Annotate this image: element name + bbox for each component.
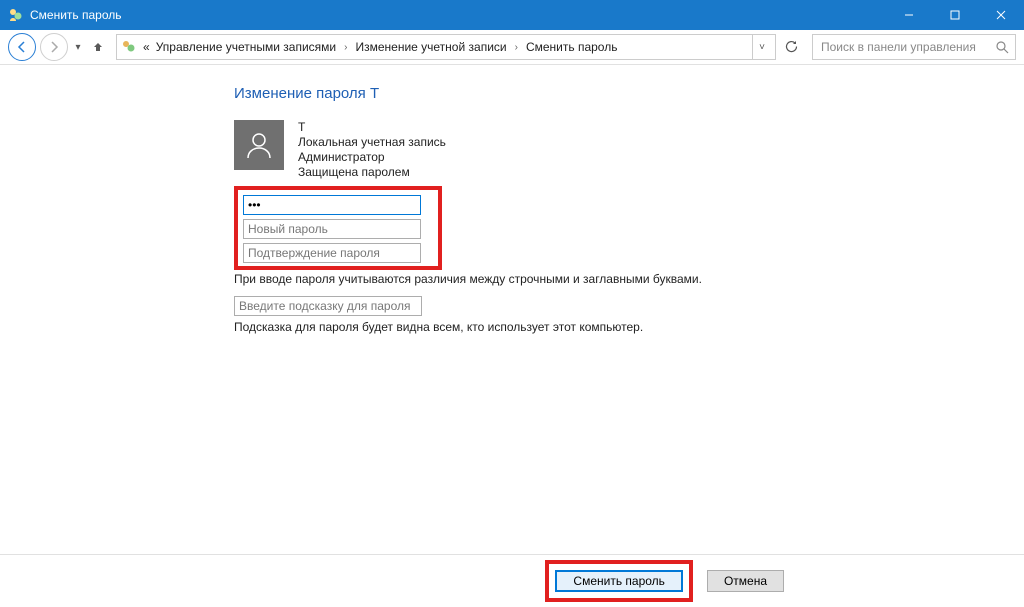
breadcrumb-item[interactable]: Сменить пароль: [524, 40, 620, 54]
user-accounts-icon: [121, 39, 137, 55]
password-hint-field[interactable]: [234, 296, 422, 316]
nav-forward-button[interactable]: [40, 33, 68, 61]
account-role: Администратор: [298, 150, 446, 165]
account-type: Локальная учетная запись: [298, 135, 446, 150]
submit-button-highlight: Сменить пароль: [545, 560, 693, 602]
maximize-button[interactable]: [932, 0, 978, 30]
account-name: T: [298, 120, 446, 135]
address-bar[interactable]: « Управление учетными записями › Изменен…: [116, 34, 776, 60]
change-password-button[interactable]: Сменить пароль: [555, 570, 683, 592]
confirm-password-field[interactable]: [243, 243, 421, 263]
chevron-right-icon: ›: [340, 42, 351, 53]
current-password-field[interactable]: [243, 195, 421, 215]
user-accounts-icon: [8, 7, 24, 23]
close-button[interactable]: [978, 0, 1024, 30]
case-sensitivity-note: При вводе пароля учитываются различия ме…: [234, 272, 1024, 286]
bottom-action-bar: Сменить пароль Отмена: [0, 554, 1024, 607]
chevron-right-icon: ›: [511, 42, 522, 53]
nav-back-button[interactable]: [8, 33, 36, 61]
refresh-button[interactable]: [780, 35, 802, 59]
cancel-button[interactable]: Отмена: [707, 570, 784, 592]
breadcrumb-item[interactable]: Управление учетными записями: [154, 40, 338, 54]
page-heading: Изменение пароля T: [234, 85, 1024, 102]
password-fields-highlight: [234, 186, 442, 270]
nav-history-dropdown[interactable]: ▾: [72, 42, 84, 53]
search-box[interactable]: [812, 34, 1016, 60]
search-input[interactable]: [819, 39, 1009, 55]
account-protected: Защищена паролем: [298, 165, 446, 180]
new-password-field[interactable]: [243, 219, 421, 239]
hint-visibility-note: Подсказка для пароля будет видна всем, к…: [234, 320, 1024, 334]
nav-up-button[interactable]: [88, 37, 108, 57]
breadcrumb-prefix: «: [141, 40, 152, 54]
avatar: [234, 120, 284, 170]
minimize-button[interactable]: [886, 0, 932, 30]
search-icon: [996, 41, 1009, 54]
window: Сменить пароль ▾: [0, 0, 1024, 607]
window-title: Сменить пароль: [30, 8, 122, 22]
content-area: Изменение пароля T T Локальная учетная з…: [0, 65, 1024, 554]
account-summary: T Локальная учетная запись Администратор…: [234, 120, 1024, 180]
address-dropdown[interactable]: ˅: [752, 35, 771, 59]
navbar: ▾ « Управление учетными записями › Измен…: [0, 30, 1024, 65]
account-info: T Локальная учетная запись Администратор…: [298, 120, 446, 180]
titlebar: Сменить пароль: [0, 0, 1024, 30]
breadcrumb-item[interactable]: Изменение учетной записи: [353, 40, 508, 54]
